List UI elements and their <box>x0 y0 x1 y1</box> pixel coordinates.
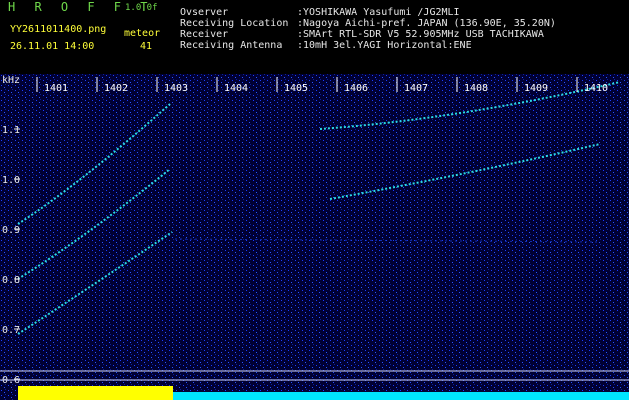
info-value-receiver: :SMArt RTL-SDR V5 52.905MHz USB TACHIKAW… <box>297 29 544 40</box>
level-bar-peak <box>18 386 173 400</box>
header-panel: H R O F F T 1.0.0f YY2611011400.png mete… <box>0 0 629 74</box>
x-tick-label: 1409 <box>524 83 548 94</box>
info-label-observer: Ovserver <box>180 7 229 18</box>
spectrogram-background <box>0 74 629 400</box>
y-tick-label: 1.0 <box>2 175 20 186</box>
app-version: 1.0.0f <box>125 3 158 13</box>
y-tick-label: 0.8 <box>2 275 20 286</box>
spectrogram: kHz1.11.00.90.80.70.61401 1402 1403 1404 140… <box>0 74 629 400</box>
x-tick-label: 1406 <box>344 83 368 94</box>
y-tick-label: 0.9 <box>2 225 20 236</box>
x-tick-label: 1410 <box>584 83 608 94</box>
x-tick-label: 1407 <box>404 83 428 94</box>
info-value-observer: :YOSHIKAWA Yasufumi /JG2MLI <box>297 7 460 18</box>
y-tick-label: 0.7 <box>2 325 20 336</box>
date-time: 26.11.01 14:00 <box>10 41 95 52</box>
info-label-location: Receiving Location <box>180 18 289 29</box>
x-tick-label: 1405 <box>284 83 308 94</box>
x-tick-label: 1404 <box>224 83 248 94</box>
x-tick-label: 1401 <box>44 83 68 94</box>
y-axis-unit-label: kHz <box>2 75 20 86</box>
meteor-label: meteor <box>124 28 161 39</box>
x-tick-label: 1402 <box>104 83 128 94</box>
info-label-antenna: Receiving Antenna <box>180 40 283 51</box>
info-label-receiver: Receiver <box>180 29 229 40</box>
info-value-antenna: :10mH 3el.YAGI Horizontal:ENE <box>297 40 472 51</box>
info-value-location: :Nagoya Aichi-pref. JAPAN (136.90E, 35.2… <box>297 18 556 29</box>
y-tick-label: 1.1 <box>2 125 20 136</box>
x-tick-label: 1403 <box>164 83 188 94</box>
file-name: YY2611011400.png <box>10 24 107 35</box>
x-tick-label: 1408 <box>464 83 488 94</box>
meteor-count: 41 <box>140 41 153 52</box>
